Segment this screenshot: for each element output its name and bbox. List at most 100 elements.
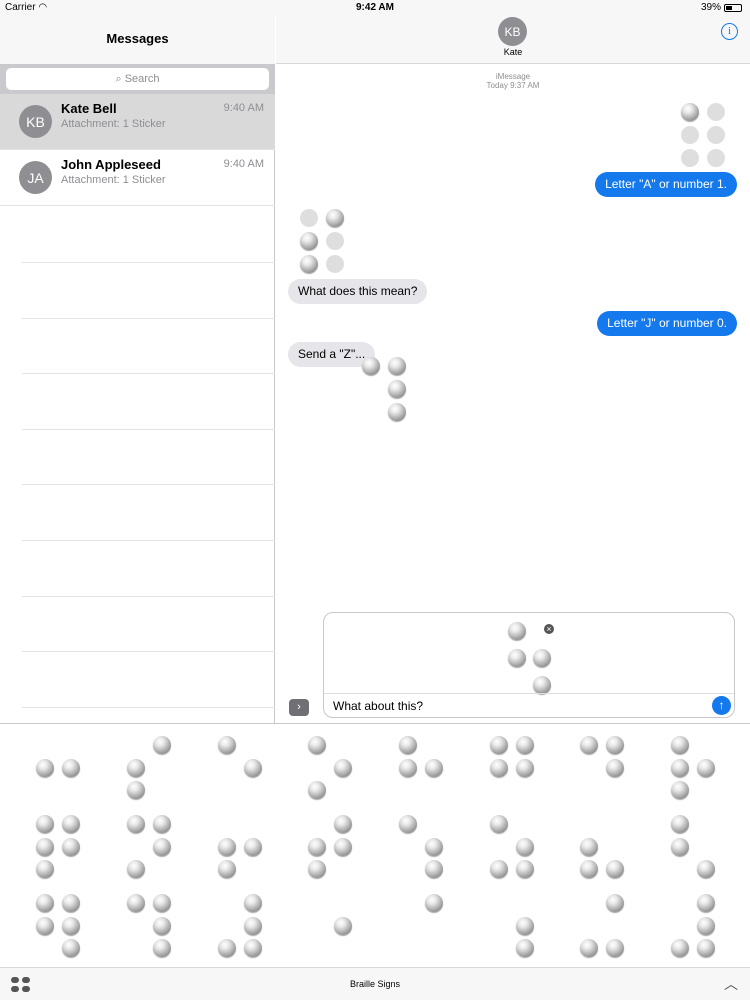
braille-sticker-option[interactable] <box>490 894 550 964</box>
info-icon[interactable]: i <box>721 23 738 40</box>
braille-dot <box>300 232 318 250</box>
braille-sticker-option[interactable] <box>127 815 187 885</box>
braille-sticker-option[interactable] <box>671 815 731 885</box>
braille-dot-empty <box>707 149 725 167</box>
braille-dot <box>697 939 715 957</box>
braille-dot <box>153 939 171 957</box>
search-bar: ⌕ Search <box>0 64 275 94</box>
braille-dot <box>36 860 54 878</box>
braille-sticker-option[interactable] <box>580 815 640 885</box>
braille-sticker[interactable] <box>362 357 422 427</box>
braille-sticker-option[interactable] <box>399 815 459 885</box>
empty-row-divider <box>22 428 275 430</box>
braille-dot <box>697 916 715 935</box>
braille-sticker-option[interactable] <box>671 736 731 806</box>
braille-dot <box>153 894 171 912</box>
status-bar: Carrier ◠ 9:42 AM 39% <box>0 0 750 16</box>
braille-sticker-option[interactable] <box>399 736 459 806</box>
braille-dot-empty <box>326 232 344 250</box>
sent-message-bubble[interactable]: Letter "J" or number 0. <box>597 311 737 336</box>
braille-dot-empty <box>300 209 318 227</box>
message-input[interactable] <box>333 697 703 715</box>
braille-sticker-option[interactable] <box>308 894 368 964</box>
braille-dot <box>508 622 526 640</box>
conversation-list-pane: Messages ⌕ Search KB Kate Bell Attachment:… <box>0 16 275 723</box>
braille-dot <box>62 815 80 833</box>
send-button[interactable]: ↑ <box>712 696 731 715</box>
conversation-row[interactable]: JA John Appleseed Attachment: 1 Sticker 9:4… <box>0 150 275 206</box>
braille-dot <box>697 758 715 777</box>
braille-dot <box>36 894 54 912</box>
braille-dot <box>218 736 236 754</box>
timestamp-label: Today 9:37 AM <box>486 81 540 90</box>
braille-dot <box>244 939 262 957</box>
braille-dot <box>218 860 236 878</box>
braille-sticker-option[interactable] <box>490 736 550 806</box>
braille-dot <box>153 736 171 754</box>
braille-dot <box>334 916 352 935</box>
braille-sticker-option[interactable] <box>671 894 731 964</box>
empty-row-divider <box>22 262 275 263</box>
braille-dot <box>606 939 624 957</box>
braille-dot <box>606 894 624 912</box>
contact-avatar[interactable]: KB <box>498 17 527 46</box>
braille-dot <box>697 860 715 878</box>
conversation-row[interactable]: KB Kate Bell Attachment: 1 Sticker 9:40 AM <box>0 94 275 150</box>
remove-sticker-icon[interactable]: × <box>543 623 555 635</box>
braille-sticker-option[interactable] <box>218 894 278 964</box>
braille-sticker-option[interactable] <box>36 894 96 964</box>
braille-dot <box>671 815 689 833</box>
braille-sticker-option[interactable] <box>218 815 278 885</box>
braille-dot <box>244 758 262 777</box>
empty-row-divider <box>22 651 275 653</box>
braille-dot <box>218 939 236 957</box>
braille-dot-empty <box>707 126 725 144</box>
braille-dot <box>580 736 598 754</box>
empty-row-divider <box>22 317 275 319</box>
battery-indicator: 39% <box>701 2 742 13</box>
braille-dot <box>490 860 508 878</box>
sent-message-bubble[interactable]: Letter "A" or number 1. <box>595 172 737 197</box>
braille-dot <box>671 939 689 957</box>
braille-sticker-option[interactable] <box>36 736 96 806</box>
braille-sticker-option[interactable] <box>580 894 640 964</box>
sidebar-title: Messages <box>0 16 275 64</box>
braille-dot <box>388 380 406 398</box>
contact-name[interactable]: Kate <box>276 47 750 57</box>
braille-sticker[interactable] <box>300 209 360 279</box>
search-input[interactable]: ⌕ Search <box>6 68 269 90</box>
braille-dot <box>62 837 80 856</box>
battery-icon <box>724 3 742 12</box>
braille-dot <box>36 837 54 856</box>
braille-sticker-option[interactable] <box>218 736 278 806</box>
braille-sticker-option[interactable] <box>36 815 96 885</box>
braille-sticker-option[interactable] <box>308 736 368 806</box>
braille-sticker-option[interactable] <box>580 736 640 806</box>
avatar: JA <box>19 161 52 194</box>
braille-dot <box>533 676 551 694</box>
braille-dot <box>697 894 715 912</box>
compose-braille-sticker[interactable] <box>508 622 568 694</box>
braille-dot <box>62 758 80 777</box>
conversation-name: Kate Bell <box>61 101 117 116</box>
braille-dot <box>425 837 443 856</box>
braille-sticker-option[interactable] <box>308 815 368 885</box>
braille-dot <box>606 758 624 777</box>
braille-dot <box>533 649 551 667</box>
search-icon: ⌕ <box>115 73 122 85</box>
braille-dot <box>127 894 145 912</box>
braille-sticker-option[interactable] <box>127 736 187 806</box>
braille-sticker[interactable] <box>681 103 741 173</box>
braille-dot <box>516 837 534 856</box>
braille-sticker-option[interactable] <box>490 815 550 885</box>
received-message-bubble[interactable]: What does this mean? <box>288 279 428 304</box>
braille-sticker-option[interactable] <box>127 894 187 964</box>
expand-apps-button[interactable]: › <box>289 699 309 716</box>
chevron-up-icon[interactable]: ︿ <box>724 974 738 994</box>
braille-sticker-option[interactable] <box>399 894 459 964</box>
service-label: iMessage <box>495 72 531 81</box>
braille-dot <box>308 781 326 799</box>
braille-dot <box>425 894 443 912</box>
braille-dot <box>300 255 318 273</box>
braille-dot <box>334 758 352 777</box>
